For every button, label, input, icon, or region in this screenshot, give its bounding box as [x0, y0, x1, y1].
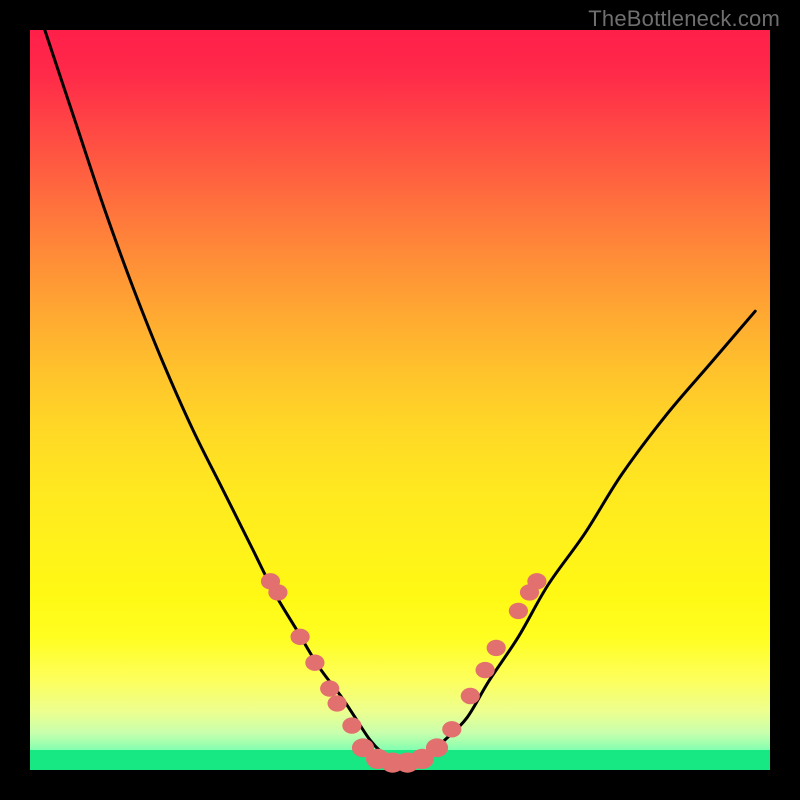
highlight-dot	[328, 695, 347, 711]
highlight-dot	[268, 584, 287, 600]
highlight-dot	[442, 721, 461, 737]
curve-svg	[30, 30, 770, 770]
plot-area	[30, 30, 770, 770]
watermark-text: TheBottleneck.com	[588, 6, 780, 32]
highlight-dot	[509, 603, 528, 619]
highlight-dot	[461, 688, 480, 704]
highlight-dot	[487, 640, 506, 656]
highlight-dot	[342, 717, 361, 733]
highlight-dot	[426, 738, 448, 757]
highlight-dot	[291, 629, 310, 645]
bottleneck-curve	[45, 30, 755, 764]
highlight-dot	[305, 655, 324, 671]
highlight-dot	[476, 662, 495, 678]
chart-frame: TheBottleneck.com	[0, 0, 800, 800]
highlight-dots	[261, 573, 547, 773]
highlight-dot	[320, 680, 339, 696]
highlight-dot	[527, 573, 546, 589]
